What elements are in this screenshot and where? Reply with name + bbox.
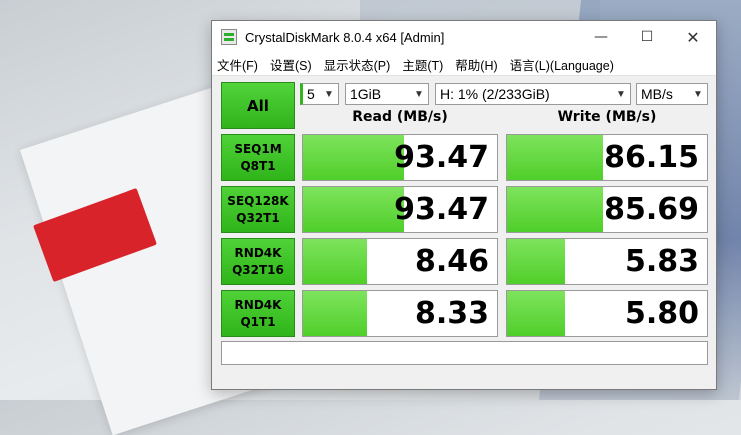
drive-value: H: 1% (2/233GiB) xyxy=(440,86,550,102)
menu-help[interactable]: 帮助(H) xyxy=(455,55,497,74)
write-result-cell: 85.69 xyxy=(506,186,708,233)
read-result-bar xyxy=(303,187,404,232)
unit-select[interactable]: MB/s ▼ xyxy=(636,83,708,105)
title-bar: CrystalDiskMark 8.0.4 x64 [Admin] — ☐ ✕ xyxy=(212,21,716,53)
write-result-bar xyxy=(507,135,603,180)
write-result-value: 5.80 xyxy=(624,296,699,331)
write-result-bar xyxy=(507,187,603,232)
test-size-select[interactable]: 1GiB ▼ xyxy=(345,83,429,105)
read-result-value: 8.33 xyxy=(414,296,489,331)
close-button[interactable]: ✕ xyxy=(670,21,716,53)
main-panel: All 5 ▼ 1GiB ▼ H: 1% (2/233GiB) ▼ MB/s ▼… xyxy=(212,76,716,391)
chevron-down-icon: ▼ xyxy=(324,88,334,100)
read-result-cell: 93.47 xyxy=(302,186,498,233)
read-result-cell: 93.47 xyxy=(302,134,498,181)
test-count-value: 5 xyxy=(307,86,315,102)
write-result-cell: 5.80 xyxy=(506,290,708,337)
test-label-line2: Q8T1 xyxy=(240,158,276,173)
read-result-cell: 8.46 xyxy=(302,238,498,285)
chevron-down-icon: ▼ xyxy=(693,88,703,100)
run-all-button[interactable]: All xyxy=(221,82,295,129)
read-result-cell: 8.33 xyxy=(302,290,498,337)
write-result-value: 85.69 xyxy=(604,192,699,227)
test-count-select[interactable]: 5 ▼ xyxy=(300,83,339,105)
read-column-header: Read (MB/s) xyxy=(352,109,448,125)
test-label-line1: RND4K xyxy=(234,245,282,260)
test-size-value: 1GiB xyxy=(350,86,382,102)
test-label-line1: SEQ1M xyxy=(234,141,282,156)
test-seq1m-q8t1-button[interactable]: SEQ1M Q8T1 xyxy=(221,134,295,181)
write-result-bar xyxy=(507,291,565,336)
chevron-down-icon: ▼ xyxy=(414,88,424,100)
write-column-header: Write (MB/s) xyxy=(557,109,657,125)
test-rnd4k-q32t16-button[interactable]: RND4K Q32T16 xyxy=(221,238,295,285)
menu-theme[interactable]: 主题(T) xyxy=(402,55,443,74)
app-window: CrystalDiskMark 8.0.4 x64 [Admin] — ☐ ✕ … xyxy=(211,20,717,390)
read-result-bar xyxy=(303,239,368,284)
minimize-button[interactable]: — xyxy=(578,21,624,53)
maximize-button[interactable]: ☐ xyxy=(624,21,670,53)
test-label-line1: RND4K xyxy=(234,297,282,312)
write-result-bar xyxy=(507,239,565,284)
read-result-bar xyxy=(303,291,368,336)
read-result-value: 93.47 xyxy=(394,140,489,175)
chevron-down-icon: ▼ xyxy=(616,88,626,100)
menu-settings[interactable]: 设置(S) xyxy=(270,55,312,74)
read-result-bar xyxy=(303,135,404,180)
write-result-cell: 86.15 xyxy=(506,134,708,181)
read-result-value: 93.47 xyxy=(394,192,489,227)
test-label-line2: Q32T1 xyxy=(236,210,280,225)
write-result-value: 5.83 xyxy=(624,244,699,279)
write-result-cell: 5.83 xyxy=(506,238,708,285)
window-title: CrystalDiskMark 8.0.4 x64 [Admin] xyxy=(245,29,445,45)
test-label-line1: SEQ128K xyxy=(227,193,289,208)
read-result-value: 8.46 xyxy=(414,244,489,279)
app-icon xyxy=(221,29,237,45)
drive-select[interactable]: H: 1% (2/233GiB) ▼ xyxy=(435,83,631,105)
status-bar xyxy=(221,341,708,365)
write-result-value: 86.15 xyxy=(604,140,699,175)
unit-value: MB/s xyxy=(641,86,673,102)
test-label-line2: Q1T1 xyxy=(240,314,276,329)
menu-language[interactable]: 语言(L)(Language) xyxy=(510,55,614,74)
menu-file[interactable]: 文件(F) xyxy=(217,55,258,74)
menu-display-status[interactable]: 显示状态(P) xyxy=(324,55,391,74)
test-label-line2: Q32T16 xyxy=(232,262,284,277)
test-rnd4k-q1t1-button[interactable]: RND4K Q1T1 xyxy=(221,290,295,337)
test-seq128k-q32t1-button[interactable]: SEQ128K Q32T1 xyxy=(221,186,295,233)
menu-bar: 文件(F) 设置(S) 显示状态(P) 主题(T) 帮助(H) 语言(L)(La… xyxy=(212,53,716,76)
